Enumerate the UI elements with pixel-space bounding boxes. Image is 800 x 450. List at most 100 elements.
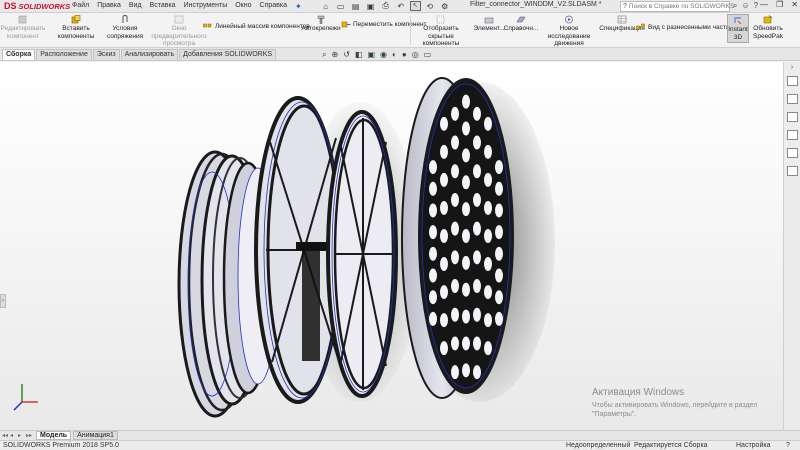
cap-hole <box>429 311 437 326</box>
exploded-view-label: Вид с разнесенными частями <box>648 24 738 32</box>
graphics-area[interactable]: › Активация Windows Чтобы активировать W… <box>0 62 783 430</box>
edit-appearance-icon[interactable]: ● <box>402 50 407 60</box>
save-icon[interactable]: ▣ <box>365 2 377 11</box>
cap-hole <box>429 181 437 196</box>
cap-hole <box>462 202 470 217</box>
user-icon[interactable]: ☺ <box>741 1 749 11</box>
menu-help[interactable]: Справка <box>256 2 291 11</box>
menu-view[interactable]: Вид <box>125 2 146 11</box>
minimize-icon[interactable]: — <box>760 0 768 9</box>
open-icon[interactable]: ▤ <box>350 2 362 11</box>
new-motion-study-button[interactable]: Новое исследование движения <box>538 15 600 48</box>
perforated-cap-part[interactable] <box>401 77 514 399</box>
definition-status: Недоопределенный <box>566 442 631 449</box>
cap-hole <box>495 225 503 240</box>
assembly-features-button[interactable]: Элемент... <box>472 15 506 33</box>
zoom-to-fit-icon[interactable]: ⌕ <box>322 50 326 60</box>
paperclip-icon <box>122 15 128 23</box>
hide-show-icon[interactable]: ◐ <box>392 50 397 60</box>
tab-layout[interactable]: Расположение <box>36 49 92 60</box>
menu-insert[interactable]: Вставка <box>146 2 180 11</box>
update-speedpak-button[interactable]: Обновить SpeedPak <box>751 15 785 40</box>
show-hidden-components-button[interactable]: Отобразить скрытые компоненты <box>411 15 471 48</box>
bom-table-icon <box>617 15 627 24</box>
insert-components-button[interactable]: Вставить компоненты <box>46 15 106 40</box>
custom-properties-icon[interactable] <box>787 166 798 176</box>
cap-hole <box>495 246 503 261</box>
cap-hole <box>451 336 459 351</box>
move-component-icon <box>341 21 351 28</box>
help-status-icon[interactable]: ? <box>786 442 790 449</box>
cap-hole <box>451 221 459 236</box>
options-icon[interactable]: ⚙ <box>439 2 451 11</box>
preview-window-icon <box>174 15 184 24</box>
tab-sketch[interactable]: Эскиз <box>92 49 120 60</box>
heads-up-toolbar: ⌕ ⊕ ↺ ◧ ▣ ◉ ◐ ● ◎ ▭ <box>322 50 431 60</box>
tab-model[interactable]: Модель <box>36 431 72 440</box>
view-orientation-icon[interactable]: ▣ <box>367 50 375 60</box>
design-library-icon[interactable] <box>787 94 798 104</box>
section-view-icon[interactable]: ◧ <box>355 50 363 60</box>
print-icon[interactable]: ⎙ <box>380 1 392 11</box>
mates-button[interactable]: Условия сопряжения <box>106 15 144 40</box>
cap-hole <box>484 341 492 356</box>
display-style-icon[interactable]: ◉ <box>380 50 387 60</box>
select-icon[interactable]: ↖ <box>409 1 421 11</box>
tab-solidworks-addins[interactable]: Добавления SOLIDWORKS <box>179 49 277 60</box>
feature-tree-expand-handle[interactable]: › <box>0 294 6 308</box>
menu-window[interactable]: Окно <box>231 2 255 11</box>
spoked-wheel-part[interactable] <box>326 110 398 398</box>
title-bar: DS SOLIDWORKS Файл Правка Вид Вставка Ин… <box>0 0 800 13</box>
menu-edit[interactable]: Правка <box>93 2 125 11</box>
cap-hole <box>451 365 459 380</box>
close-icon[interactable]: ✕ <box>791 0 798 9</box>
pin-icon[interactable]: ✦ <box>291 2 306 11</box>
restore-icon[interactable]: ❐ <box>776 0 783 9</box>
next-tab-icon[interactable]: ▸ <box>18 432 26 439</box>
instant3d-button[interactable]: Instant 3D <box>727 14 749 43</box>
linear-pattern-button[interactable]: Линейный массив компонентов <box>203 22 310 32</box>
cap-hole <box>484 285 492 300</box>
document-title: Filter_connector_WINDDM_V2.SLDASM * <box>470 1 602 8</box>
tab-assembly[interactable]: Сборка <box>2 49 36 60</box>
solidworks-logo[interactable]: DS SOLIDWORKS <box>0 1 70 11</box>
task-pane-collapse-icon[interactable]: › <box>785 64 799 71</box>
cap-hole <box>462 255 470 270</box>
undo-icon[interactable]: ↶ <box>395 2 407 11</box>
previous-view-icon[interactable]: ↺ <box>343 50 350 60</box>
edit-component-icon <box>18 15 27 24</box>
show-hidden-icon <box>436 15 445 24</box>
search-input[interactable]: Поиск в Справке по SOLIDWORKS <box>629 3 734 10</box>
exploded-view-button[interactable]: Вид с разнесенными частями <box>636 23 737 33</box>
menu-file[interactable]: Файл <box>68 2 93 11</box>
assembly-model[interactable] <box>0 62 783 430</box>
instant3d-label: Instant 3D <box>728 26 748 41</box>
tab-animation1[interactable]: Анимация1 <box>73 431 118 440</box>
help-dropdown-icon[interactable]: ? <box>754 1 758 11</box>
last-tab-icon[interactable]: ▸▸ <box>26 432 34 439</box>
solidworks-resources-icon[interactable] <box>787 76 798 86</box>
tab-evaluate[interactable]: Анализировать <box>120 49 179 60</box>
search-icon[interactable]: ⌕ <box>733 1 737 11</box>
appearances-icon[interactable] <box>787 148 798 158</box>
home-icon[interactable]: ⌂ <box>320 2 332 11</box>
file-explorer-icon[interactable] <box>787 112 798 122</box>
cap-hole <box>462 175 470 190</box>
view-settings-icon[interactable]: ▭ <box>424 50 432 60</box>
previous-tab-icon[interactable]: ◂ <box>10 432 18 439</box>
cap-hole <box>473 192 481 207</box>
scene-icon[interactable]: ◎ <box>412 50 419 60</box>
smart-fasteners-button[interactable]: Автокрепежи <box>300 15 342 33</box>
view-palette-icon[interactable] <box>787 130 798 140</box>
help-search[interactable]: ? Поиск в Справке по SOLIDWORKS <box>620 1 734 12</box>
cap-hole <box>429 225 437 240</box>
rebuild-icon[interactable]: ⟲ <box>424 2 436 11</box>
zoom-area-icon[interactable]: ⊕ <box>331 50 338 60</box>
reference-geometry-button[interactable]: Справочн... <box>504 15 538 33</box>
menu-tools[interactable]: Инструменты <box>180 2 232 11</box>
new-doc-icon[interactable]: ▭ <box>335 2 347 11</box>
first-tab-icon[interactable]: ◂◂ <box>2 432 10 439</box>
edit-component-button[interactable]: Редактировать компонент <box>1 15 45 40</box>
customize-status[interactable]: Настройка <box>736 442 770 449</box>
cap-hole <box>462 309 470 324</box>
